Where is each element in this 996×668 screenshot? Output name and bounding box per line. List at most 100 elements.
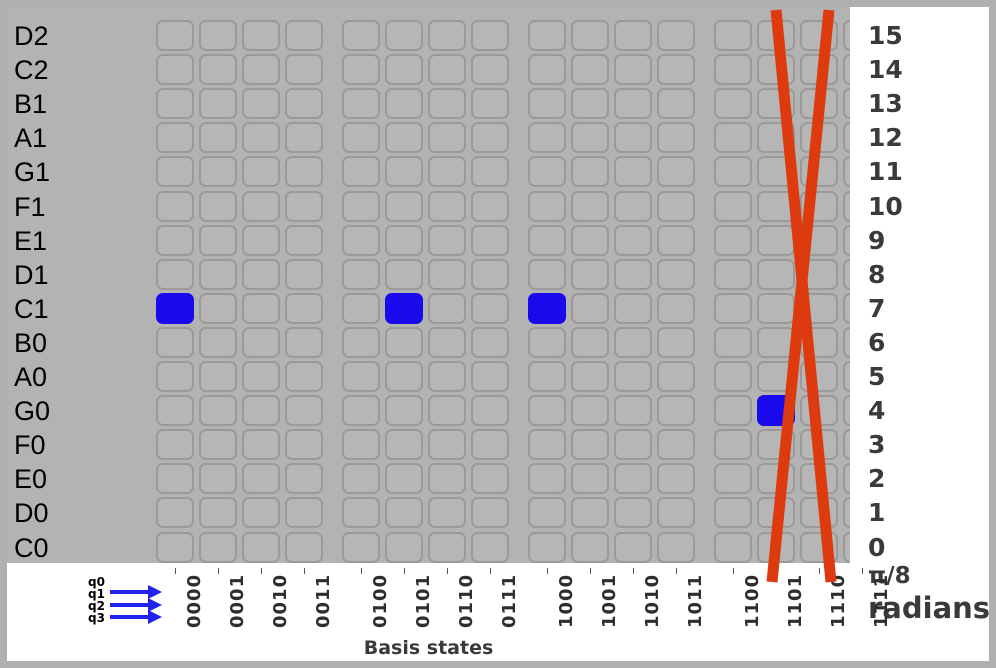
heatmap-cell[interactable] [285, 292, 323, 324]
heatmap-cell[interactable] [156, 54, 194, 86]
heatmap-cell[interactable] [657, 258, 695, 290]
heatmap-cell[interactable] [285, 88, 323, 120]
heatmap-cell[interactable] [757, 156, 795, 188]
heatmap-cell[interactable] [528, 531, 566, 563]
heatmap-cell[interactable] [800, 292, 838, 324]
heatmap-cell[interactable] [199, 88, 237, 120]
heatmap-cell[interactable] [657, 156, 695, 188]
heatmap-cell[interactable] [342, 88, 380, 120]
heatmap-cell[interactable] [199, 224, 237, 256]
heatmap-cell[interactable] [471, 54, 509, 86]
heatmap-cell[interactable] [342, 326, 380, 358]
heatmap-cell[interactable] [757, 224, 795, 256]
heatmap-cell[interactable] [657, 292, 695, 324]
heatmap-cell[interactable] [156, 429, 194, 461]
heatmap-cell[interactable] [757, 190, 795, 222]
heatmap-cell[interactable] [757, 531, 795, 563]
heatmap-cell[interactable] [800, 156, 838, 188]
heatmap-cell[interactable] [614, 54, 652, 86]
heatmap-cell[interactable] [657, 20, 695, 51]
heatmap-cell[interactable] [199, 258, 237, 290]
heatmap-cell[interactable] [428, 190, 466, 222]
heatmap-cell[interactable] [571, 88, 609, 120]
heatmap-cell[interactable] [714, 395, 752, 427]
heatmap-cell[interactable] [614, 497, 652, 529]
heatmap-cell[interactable] [714, 190, 752, 222]
heatmap-cell[interactable] [199, 497, 237, 529]
heatmap-cell[interactable] [199, 190, 237, 222]
heatmap-cell[interactable] [428, 497, 466, 529]
heatmap-cell[interactable] [199, 531, 237, 563]
heatmap-cell[interactable] [428, 20, 466, 51]
heatmap-cell[interactable] [428, 429, 466, 461]
heatmap-cell[interactable] [800, 258, 838, 290]
heatmap-cell[interactable] [571, 122, 609, 154]
heatmap-cell[interactable] [571, 292, 609, 324]
heatmap-cell[interactable] [800, 190, 838, 222]
heatmap-cell[interactable] [571, 54, 609, 86]
heatmap-cell[interactable] [385, 54, 423, 86]
heatmap-cell[interactable] [285, 122, 323, 154]
heatmap-cell[interactable] [614, 429, 652, 461]
heatmap-cell[interactable] [614, 156, 652, 188]
heatmap-cell[interactable] [657, 395, 695, 427]
heatmap-cell[interactable] [757, 122, 795, 154]
heatmap-cell[interactable] [156, 326, 194, 358]
heatmap-cell[interactable] [471, 224, 509, 256]
heatmap-cell[interactable] [342, 395, 380, 427]
heatmap-cell[interactable] [614, 531, 652, 563]
heatmap-cell[interactable] [757, 361, 795, 392]
heatmap-cell[interactable] [428, 531, 466, 563]
heatmap-cell[interactable] [757, 20, 795, 51]
heatmap-cell[interactable] [800, 20, 838, 51]
heatmap-cell[interactable] [614, 463, 652, 495]
heatmap-cell[interactable] [156, 20, 194, 51]
heatmap-cell[interactable] [285, 258, 323, 290]
heatmap-cell[interactable] [242, 258, 280, 290]
heatmap-cell[interactable] [800, 463, 838, 495]
heatmap-cell[interactable] [385, 531, 423, 563]
heatmap-cell[interactable] [156, 258, 194, 290]
heatmap-cell[interactable] [471, 292, 509, 324]
heatmap-cell[interactable] [385, 88, 423, 120]
heatmap-cell[interactable] [285, 463, 323, 495]
heatmap-cell[interactable] [528, 463, 566, 495]
heatmap-cell[interactable] [342, 463, 380, 495]
heatmap-cell[interactable] [385, 463, 423, 495]
heatmap-cell[interactable] [714, 463, 752, 495]
heatmap-cell-active[interactable] [156, 292, 194, 324]
heatmap-cell[interactable] [471, 20, 509, 51]
heatmap-cell[interactable] [242, 224, 280, 256]
heatmap-cell[interactable] [199, 395, 237, 427]
heatmap-cell[interactable] [199, 326, 237, 358]
heatmap-cell[interactable] [428, 54, 466, 86]
heatmap-cell[interactable] [657, 531, 695, 563]
heatmap-cell[interactable] [714, 326, 752, 358]
heatmap-cell[interactable] [757, 463, 795, 495]
heatmap-cell[interactable] [528, 88, 566, 120]
heatmap-cell[interactable] [385, 224, 423, 256]
heatmap-cell[interactable] [428, 224, 466, 256]
heatmap-cell[interactable] [571, 531, 609, 563]
heatmap-cell[interactable] [657, 429, 695, 461]
heatmap-cell[interactable] [614, 326, 652, 358]
heatmap-cell[interactable] [342, 20, 380, 51]
heatmap-cell[interactable] [471, 190, 509, 222]
heatmap-cell[interactable] [428, 88, 466, 120]
heatmap-cell[interactable] [657, 224, 695, 256]
heatmap-cell[interactable] [471, 122, 509, 154]
heatmap-cell[interactable] [571, 361, 609, 392]
heatmap-cell[interactable] [242, 326, 280, 358]
heatmap-cell[interactable] [800, 326, 838, 358]
heatmap-cell[interactable] [199, 156, 237, 188]
heatmap-cell[interactable] [800, 224, 838, 256]
heatmap-cell[interactable] [285, 156, 323, 188]
heatmap-cell[interactable] [657, 326, 695, 358]
heatmap-cell[interactable] [471, 497, 509, 529]
heatmap-cell[interactable] [471, 531, 509, 563]
heatmap-cell[interactable] [714, 20, 752, 51]
heatmap-cell[interactable] [757, 54, 795, 86]
heatmap-cell[interactable] [342, 531, 380, 563]
heatmap-cell[interactable] [385, 361, 423, 392]
heatmap-cell[interactable] [714, 429, 752, 461]
